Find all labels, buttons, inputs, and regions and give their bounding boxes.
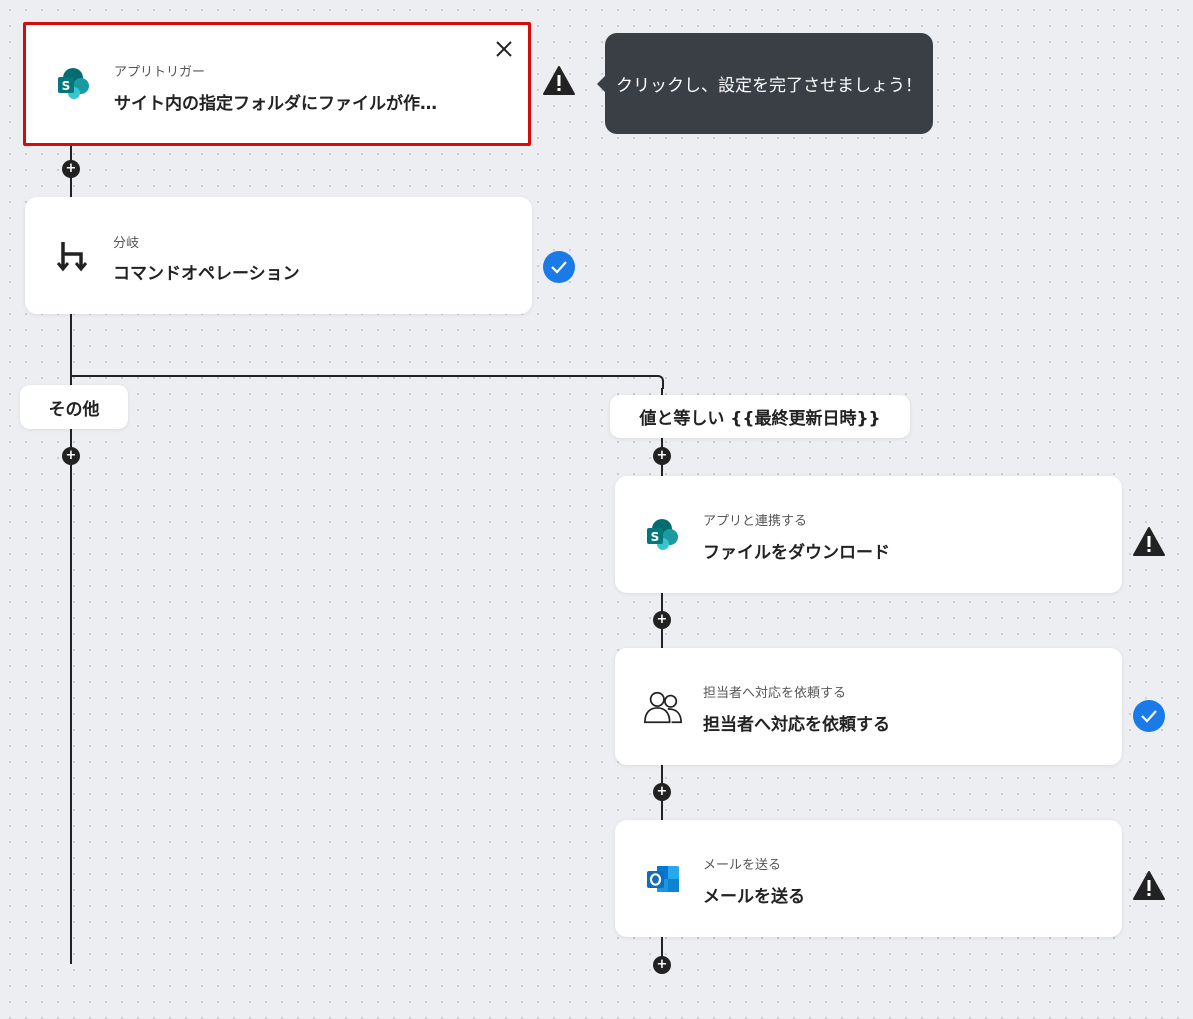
branch-title: コマンドオペレーション <box>113 264 300 284</box>
check-icon <box>1132 699 1166 733</box>
step-title: 担当者へ対応を依頼する <box>703 715 890 735</box>
add-step-button[interactable]: + <box>653 447 671 465</box>
branch-label-condition[interactable]: 値と等しい {{最終更新日時}} <box>610 395 910 438</box>
sharepoint-icon: S <box>643 515 683 555</box>
trigger-card[interactable]: S アプリトリガー サイト内の指定フォルダにファイルが作… <box>23 22 531 146</box>
add-step-button[interactable]: + <box>62 160 80 178</box>
tooltip-text: クリックし、設定を完了させましょう！ <box>616 76 922 96</box>
add-step-button[interactable]: + <box>653 611 671 629</box>
svg-text:S: S <box>62 79 71 93</box>
svg-text:S: S <box>651 530 660 544</box>
step-type-label: アプリと連携する <box>703 514 808 529</box>
branch-icon <box>53 236 93 276</box>
warning-icon <box>542 64 576 98</box>
sharepoint-icon: S <box>54 64 94 104</box>
warning-icon <box>1132 869 1166 903</box>
branch-corner <box>650 375 664 389</box>
step-type-label: 担当者へ対応を依頼する <box>703 686 847 701</box>
branch-type-label: 分岐 <box>113 236 140 251</box>
branch-label-other[interactable]: その他 <box>20 385 128 429</box>
outlook-icon <box>643 859 683 899</box>
branch-connector <box>70 375 658 377</box>
close-icon[interactable] <box>494 39 514 59</box>
add-step-button[interactable]: + <box>62 447 80 465</box>
step-title: メールを送る <box>703 887 805 907</box>
setup-tooltip: クリックし、設定を完了させましょう！ <box>597 33 933 134</box>
warning-icon <box>1132 525 1166 559</box>
check-icon <box>542 250 576 284</box>
step-card-request[interactable]: 担当者へ対応を依頼する 担当者へ対応を依頼する <box>615 648 1122 765</box>
step-type-label: メールを送る <box>703 858 782 873</box>
trigger-type-label: アプリトリガー <box>114 65 206 80</box>
step-card-mail[interactable]: メールを送る メールを送る <box>615 820 1122 937</box>
users-icon <box>643 687 683 727</box>
add-step-button[interactable]: + <box>653 783 671 801</box>
branch-label-condition-text: 値と等しい {{最終更新日時}} <box>639 409 881 429</box>
step-card-download[interactable]: S アプリと連携する ファイルをダウンロード <box>615 476 1122 593</box>
branch-card[interactable]: 分岐 コマンドオペレーション <box>25 197 532 314</box>
trigger-title: サイト内の指定フォルダにファイルが作… <box>114 94 437 114</box>
step-title: ファイルをダウンロード <box>703 543 890 563</box>
add-step-button[interactable]: + <box>653 956 671 974</box>
branch-label-other-text: その他 <box>48 399 100 420</box>
